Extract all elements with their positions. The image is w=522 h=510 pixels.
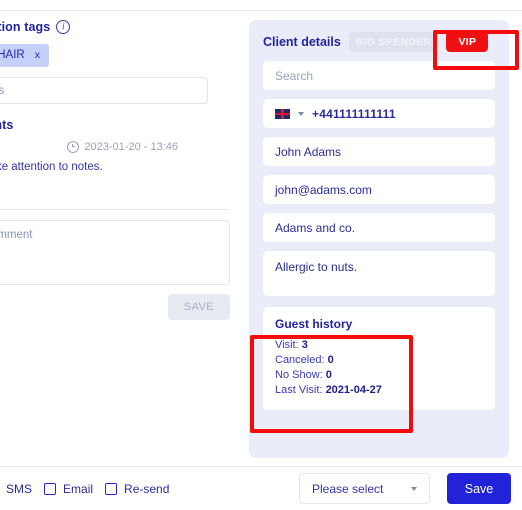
guest-history-title: Guest history: [275, 317, 353, 331]
chevron-down-icon[interactable]: [411, 486, 417, 491]
reservation-notes-column: Reservation tags i HIGH CHAIR x Add tags…: [0, 20, 230, 450]
badge-big-spender[interactable]: BIG SPENDER: [348, 32, 439, 52]
client-company-field[interactable]: Adams and co.: [263, 213, 495, 242]
checkbox-email[interactable]: Email: [44, 482, 93, 496]
client-details-screen: Reservation tags i HIGH CHAIR x Add tags…: [0, 0, 522, 510]
reservation-tags-label: Reservation tags: [0, 20, 51, 34]
save-button[interactable]: Save: [447, 473, 511, 504]
tag-chip-label: HIGH CHAIR: [0, 49, 25, 61]
new-comment-textarea[interactable]: New comment: [0, 220, 230, 285]
client-phone-field[interactable]: +441111111111: [263, 99, 495, 128]
client-details-panel: Client details BIG SPENDER VIP Search +4…: [249, 20, 509, 458]
comments-divider: [0, 209, 230, 210]
guest-history-no-show-value: 0: [325, 369, 332, 381]
guest-history-no-show-label: No Show:: [275, 369, 323, 381]
comment-meta: Peter 2023-01-20 - 13:46: [0, 141, 178, 153]
client-phone-value: +441111111111: [312, 106, 396, 121]
tag-remove-icon[interactable]: x: [35, 49, 40, 61]
client-details-header: Client details BIG SPENDER VIP: [263, 32, 495, 52]
client-notes-field[interactable]: Allergic to nuts.: [263, 251, 495, 296]
client-company-value: Adams and co.: [275, 220, 356, 235]
checkbox-sms[interactable]: SMS: [6, 482, 32, 496]
checkbox-email-label: Email: [63, 481, 94, 496]
badge-vip[interactable]: VIP: [446, 32, 489, 52]
comment-timestamp-text: 2023-01-20 - 13:46: [84, 141, 178, 153]
comments-label: Comments: [0, 118, 14, 132]
top-divider: [0, 10, 522, 11]
checkbox-resend-label: Re-send: [124, 481, 170, 496]
new-comment-placeholder: New comment: [0, 229, 33, 241]
tags-input[interactable]: Add tags: [0, 77, 208, 104]
guest-history-last-visit: Last Visit: 2021-04-27: [275, 383, 483, 398]
comment-save-row: SAVE: [0, 294, 230, 320]
footer-bar: SMS Email Re-send Please select Save: [0, 467, 522, 510]
guest-history-last-visit-label: Last Visit:: [275, 384, 323, 396]
save-comment-button[interactable]: SAVE: [167, 294, 230, 320]
guest-history-card: Guest history Visit: 3 Canceled: 0 No Sh…: [263, 307, 495, 410]
uk-flag-icon: [275, 108, 290, 119]
comment-body: Please take attention to notes.: [0, 161, 103, 173]
guest-history-canceled-value: 0: [327, 354, 334, 366]
client-details-title: Client details: [263, 35, 341, 49]
chevron-down-icon[interactable]: [298, 111, 304, 116]
info-icon[interactable]: i: [56, 20, 71, 34]
guest-history-visit: Visit: 3: [275, 338, 483, 353]
client-search-placeholder: Search: [275, 68, 314, 83]
comment-timestamp: 2023-01-20 - 13:46: [67, 141, 178, 153]
client-email-value: john@adams.com: [275, 182, 372, 197]
tag-chip[interactable]: HIGH CHAIR x: [0, 44, 49, 67]
status-select-value: Please select: [312, 481, 384, 496]
checkbox-resend-box[interactable]: [105, 482, 118, 495]
guest-history-canceled: Canceled: 0: [275, 353, 483, 368]
clock-icon: [67, 141, 80, 153]
reservation-tags-heading: Reservation tags i: [0, 20, 230, 34]
guest-history-visit-value: 3: [301, 339, 308, 351]
client-email-field[interactable]: john@adams.com: [263, 175, 495, 204]
tags-input-placeholder: Add tags: [0, 84, 5, 97]
guest-history-no-show: No Show: 0: [275, 368, 483, 383]
checkbox-email-box[interactable]: [44, 482, 57, 495]
client-name-value: John Adams: [275, 144, 342, 159]
client-notes-value: Allergic to nuts.: [275, 260, 358, 274]
client-search-input[interactable]: Search: [263, 61, 495, 90]
checkbox-resend[interactable]: Re-send: [105, 482, 169, 496]
status-select[interactable]: Please select: [299, 473, 430, 504]
notification-checkbox-group: SMS Email Re-send: [6, 482, 169, 496]
client-name-field[interactable]: John Adams: [263, 137, 495, 166]
guest-history-visit-label: Visit:: [275, 339, 299, 351]
comments-heading: Comments: [0, 118, 230, 132]
guest-history-last-visit-value: 2021-04-27: [325, 384, 382, 396]
guest-history-canceled-label: Canceled:: [275, 354, 325, 366]
checkbox-sms-label: SMS: [6, 481, 33, 496]
reservation-tags-list: HIGH CHAIR x: [0, 44, 230, 67]
